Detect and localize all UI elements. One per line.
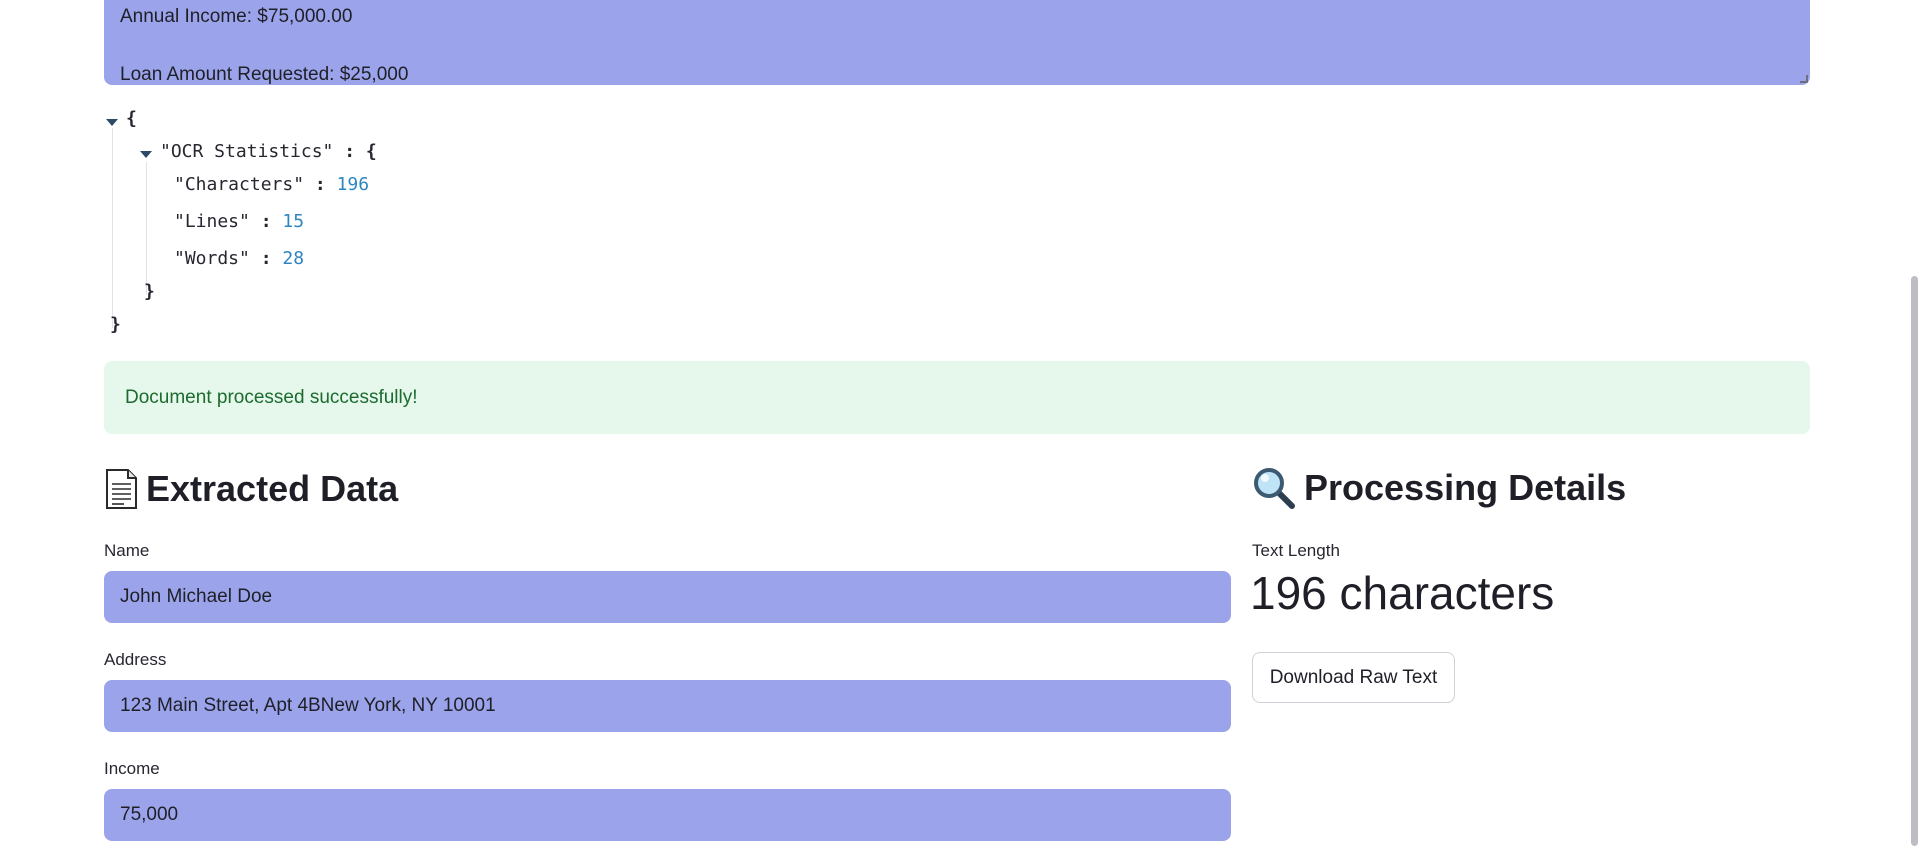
income-field-value: 75,000 <box>120 804 179 825</box>
json-key: "Words" <box>174 248 250 269</box>
name-field-value: John Michael Doe <box>120 586 273 607</box>
download-raw-text-button[interactable]: Download Raw Text <box>1252 652 1455 703</box>
json-close-brace: } <box>110 314 121 335</box>
success-alert: Document processed successfully! <box>104 361 1810 434</box>
page-scrollbar[interactable] <box>1906 0 1920 846</box>
json-colon: : <box>344 141 356 162</box>
extracted-data-title: Extracted Data <box>146 468 399 509</box>
success-alert-message: Document processed successfully! <box>125 386 418 408</box>
json-guide-line <box>112 128 113 328</box>
json-row-characters: "Characters" : 196 <box>174 174 369 195</box>
text-length-value: 196 characters <box>1250 567 1555 619</box>
name-label: Name <box>104 541 150 560</box>
json-value: 196 <box>336 174 370 195</box>
download-raw-text-label: Download Raw Text <box>1269 666 1438 688</box>
json-close-brace: } <box>144 281 155 302</box>
json-colon: : <box>260 211 272 232</box>
processing-details-title: Processing Details <box>1304 467 1627 508</box>
json-open-brace: { <box>365 141 377 162</box>
json-ocr-toggle[interactable] <box>140 142 152 163</box>
json-key: "Characters" <box>174 174 305 195</box>
json-colon: : <box>260 248 272 269</box>
caret-down-icon[interactable] <box>106 119 118 126</box>
json-row-lines: "Lines" : 15 <box>174 211 304 232</box>
json-root-toggle[interactable] <box>106 110 118 131</box>
json-guide-line <box>146 162 147 294</box>
raw-text-line: Loan Amount Requested: $25,000 <box>120 64 409 85</box>
scrollbar-thumb[interactable] <box>1911 276 1918 846</box>
income-field[interactable]: 75,000 <box>104 789 1231 841</box>
text-length-label: Text Length <box>1252 541 1340 560</box>
page: Annual Income: $75,000.00 Loan Amount Re… <box>0 0 1920 846</box>
raw-text-area[interactable]: Annual Income: $75,000.00 Loan Amount Re… <box>104 0 1810 85</box>
magnifying-glass-icon <box>1252 466 1296 510</box>
resize-handle-icon[interactable] <box>1800 75 1808 83</box>
address-label: Address <box>104 650 167 669</box>
income-label: Income <box>104 759 160 778</box>
json-value: 15 <box>282 211 305 232</box>
raw-text-line: Annual Income: $75,000.00 <box>120 6 353 27</box>
json-key-ocr-statistics: "OCR Statistics" <box>160 141 334 162</box>
page-facing-up-icon <box>104 469 138 509</box>
address-field-value: 123 Main Street, Apt 4BNew York, NY 1000… <box>120 695 496 716</box>
json-key: "Lines" <box>174 211 250 232</box>
json-value: 28 <box>282 248 305 269</box>
json-row-words: "Words" : 28 <box>174 248 304 269</box>
json-open-brace: { <box>126 108 137 129</box>
name-field[interactable]: John Michael Doe <box>104 571 1231 623</box>
raw-text-line <box>120 31 1794 60</box>
caret-down-icon[interactable] <box>140 151 152 158</box>
processing-details-heading: Processing Details <box>1252 466 1626 510</box>
json-colon: : <box>314 174 326 195</box>
extracted-data-heading: Extracted Data <box>104 468 398 510</box>
address-field[interactable]: 123 Main Street, Apt 4BNew York, NY 1000… <box>104 680 1231 732</box>
